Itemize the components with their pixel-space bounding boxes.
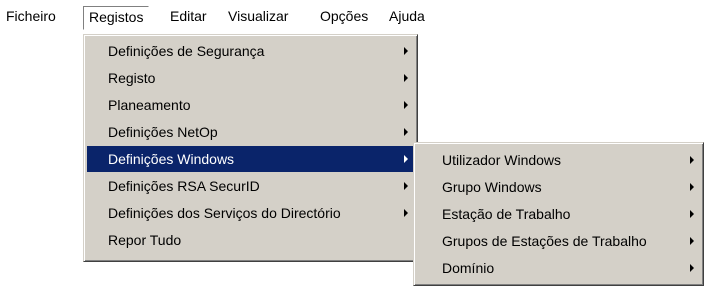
submenu-item-utilizador-windows[interactable]: Utilizador Windows: [417, 147, 700, 173]
menu-item-label: Utilizador Windows: [442, 152, 562, 168]
menu-item-label: Registo: [108, 70, 156, 86]
submenu-arrow-icon: [404, 47, 408, 55]
windows-submenu: Utilizador Windows Grupo Windows Estação…: [413, 142, 704, 286]
submenu-arrow-icon: [404, 155, 408, 163]
menu-visualizar[interactable]: Visualizar: [225, 5, 291, 27]
menu-opcoes[interactable]: Opções: [317, 5, 371, 27]
menu-item-registo[interactable]: Registo: [87, 65, 414, 91]
menu-item-label: Definições de Segurança: [108, 43, 265, 59]
menu-item-label: Repor Tudo: [108, 232, 182, 248]
menu-item-definicoes-windows[interactable]: Definições Windows: [87, 146, 414, 172]
menu-item-definicoes-servicos-directorio[interactable]: Definições dos Serviços do Directório: [87, 200, 414, 226]
menu-item-label: Planeamento: [108, 97, 191, 113]
registos-dropdown: Definições de Segurança Registo Planeame…: [83, 34, 418, 262]
menu-editar[interactable]: Editar: [167, 5, 210, 27]
menu-item-repor-tudo[interactable]: Repor Tudo: [87, 227, 414, 253]
menu-registos[interactable]: Registos: [83, 6, 150, 30]
menu-item-definicoes-netop[interactable]: Definições NetOp: [87, 119, 414, 145]
menu-item-label: Definições NetOp: [108, 124, 218, 140]
menu-bar: Ficheiro Registos Editar Visualizar Opçõ…: [0, 0, 704, 30]
menu-item-label: Definições dos Serviços do Directório: [108, 205, 341, 221]
submenu-item-estacao-trabalho[interactable]: Estação de Trabalho: [417, 201, 700, 227]
menu-item-label: Domínio: [442, 260, 495, 276]
menu-item-label: Definições RSA SecurID: [108, 178, 260, 194]
submenu-arrow-icon: [404, 182, 408, 190]
submenu-item-grupo-windows[interactable]: Grupo Windows: [417, 174, 700, 200]
menu-ajuda[interactable]: Ajuda: [386, 5, 428, 27]
menu-item-label: Grupo Windows: [442, 179, 542, 195]
menu-item-label: Definições Windows: [108, 151, 235, 167]
menu-item-definicoes-rsa-securid[interactable]: Definições RSA SecurID: [87, 173, 414, 199]
submenu-item-grupos-estacoes-trabalho[interactable]: Grupos de Estações de Trabalho: [417, 228, 700, 254]
submenu-arrow-icon: [690, 264, 694, 272]
menu-item-label: Grupos de Estações de Trabalho: [442, 233, 647, 249]
submenu-arrow-icon: [404, 128, 408, 136]
menu-ficheiro[interactable]: Ficheiro: [3, 5, 59, 27]
menu-item-planeamento[interactable]: Planeamento: [87, 92, 414, 118]
menu-item-definicoes-seguranca[interactable]: Definições de Segurança: [87, 38, 414, 64]
submenu-arrow-icon: [690, 183, 694, 191]
submenu-item-dominio[interactable]: Domínio: [417, 255, 700, 281]
menu-item-label: Estação de Trabalho: [442, 206, 571, 222]
submenu-arrow-icon: [690, 237, 694, 245]
submenu-arrow-icon: [404, 74, 408, 82]
submenu-arrow-icon: [404, 101, 408, 109]
submenu-arrow-icon: [404, 209, 408, 217]
submenu-arrow-icon: [690, 156, 694, 164]
submenu-arrow-icon: [690, 210, 694, 218]
